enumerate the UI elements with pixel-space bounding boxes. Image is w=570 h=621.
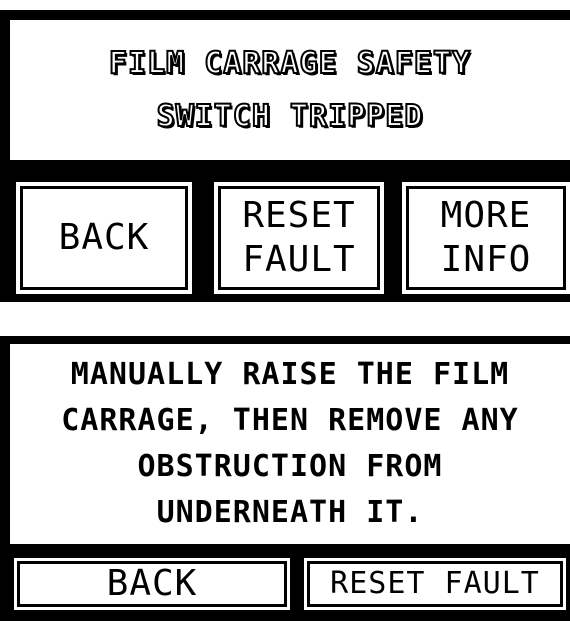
more-info-label-line-2: INFO (440, 239, 532, 280)
instruction-panel: MANUALLY RAISE THE FILM CARRAGE, THEN RE… (10, 344, 570, 544)
back-button-label: BACK (58, 217, 150, 258)
more-info-label-line-1: MORE (440, 195, 532, 236)
instruction-line-4: UNDERNEATH IT. (156, 495, 424, 530)
back-button[interactable]: BACK (14, 558, 290, 610)
back-button[interactable]: BACK (16, 182, 192, 294)
reset-fault-button[interactable]: RESET FAULT (304, 558, 566, 610)
fault-message-line-2: SWITCH TRIPPED (156, 98, 424, 135)
back-button-label: BACK (106, 563, 198, 604)
fault-screen-2: MANUALLY RAISE THE FILM CARRAGE, THEN RE… (0, 336, 570, 621)
instruction-line-2: CARRAGE, THEN REMOVE ANY (61, 403, 519, 438)
fault-message-line-1: FILM CARRAGE SAFETY (108, 45, 472, 82)
instruction-line-3: OBSTRUCTION FROM (137, 449, 443, 484)
instruction-line-1: MANUALLY RAISE THE FILM (70, 357, 510, 392)
reset-fault-button-label: RESET FAULT (330, 566, 540, 601)
more-info-button[interactable]: MORE INFO (402, 182, 570, 294)
fault-screen-1: FILM CARRAGE SAFETY SWITCH TRIPPED BACK … (0, 10, 570, 302)
fault-message-panel: FILM CARRAGE SAFETY SWITCH TRIPPED (10, 20, 570, 160)
reset-fault-label-line-1: RESET (242, 195, 356, 236)
reset-fault-label-line-2: FAULT (242, 239, 356, 280)
reset-fault-button[interactable]: RESET FAULT (214, 182, 384, 294)
